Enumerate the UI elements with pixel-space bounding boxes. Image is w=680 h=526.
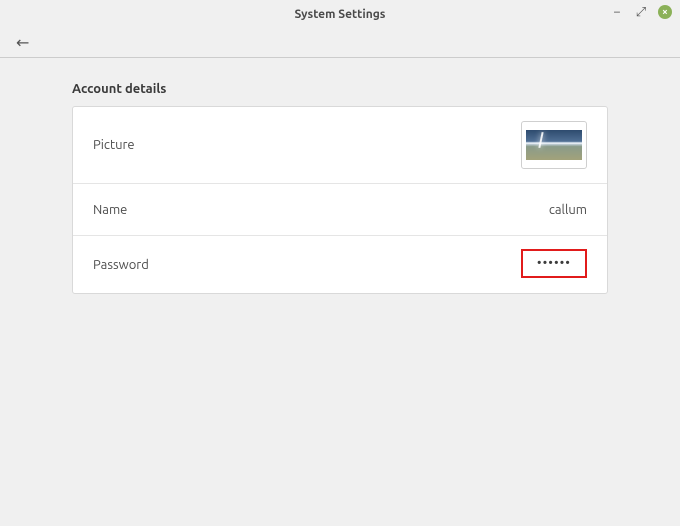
name-value: callum <box>549 203 587 217</box>
window-controls: − ⤢ × <box>610 5 672 19</box>
password-value[interactable]: •••••• <box>521 249 587 278</box>
toolbar: ← <box>0 28 680 58</box>
password-row[interactable]: Password •••••• <box>73 236 607 293</box>
titlebar: System Settings − ⤢ × <box>0 0 680 28</box>
section-title: Account details <box>72 82 608 96</box>
account-card: Picture Name callum Password •••••• <box>72 106 608 294</box>
maximize-button[interactable]: ⤢ <box>634 5 648 19</box>
picture-row[interactable]: Picture <box>73 107 607 184</box>
avatar-frame[interactable] <box>521 121 587 169</box>
avatar-image <box>526 130 582 160</box>
name-label: Name <box>93 203 127 217</box>
back-button[interactable]: ← <box>10 31 35 54</box>
password-label: Password <box>93 258 149 272</box>
name-row[interactable]: Name callum <box>73 184 607 236</box>
account-details-section: Account details Picture Name callum Pass… <box>72 82 608 294</box>
minimize-button[interactable]: − <box>610 5 624 19</box>
window-title: System Settings <box>295 8 386 21</box>
content-area: Account details Picture Name callum Pass… <box>0 58 680 294</box>
close-button[interactable]: × <box>658 5 672 19</box>
picture-label: Picture <box>93 138 135 152</box>
